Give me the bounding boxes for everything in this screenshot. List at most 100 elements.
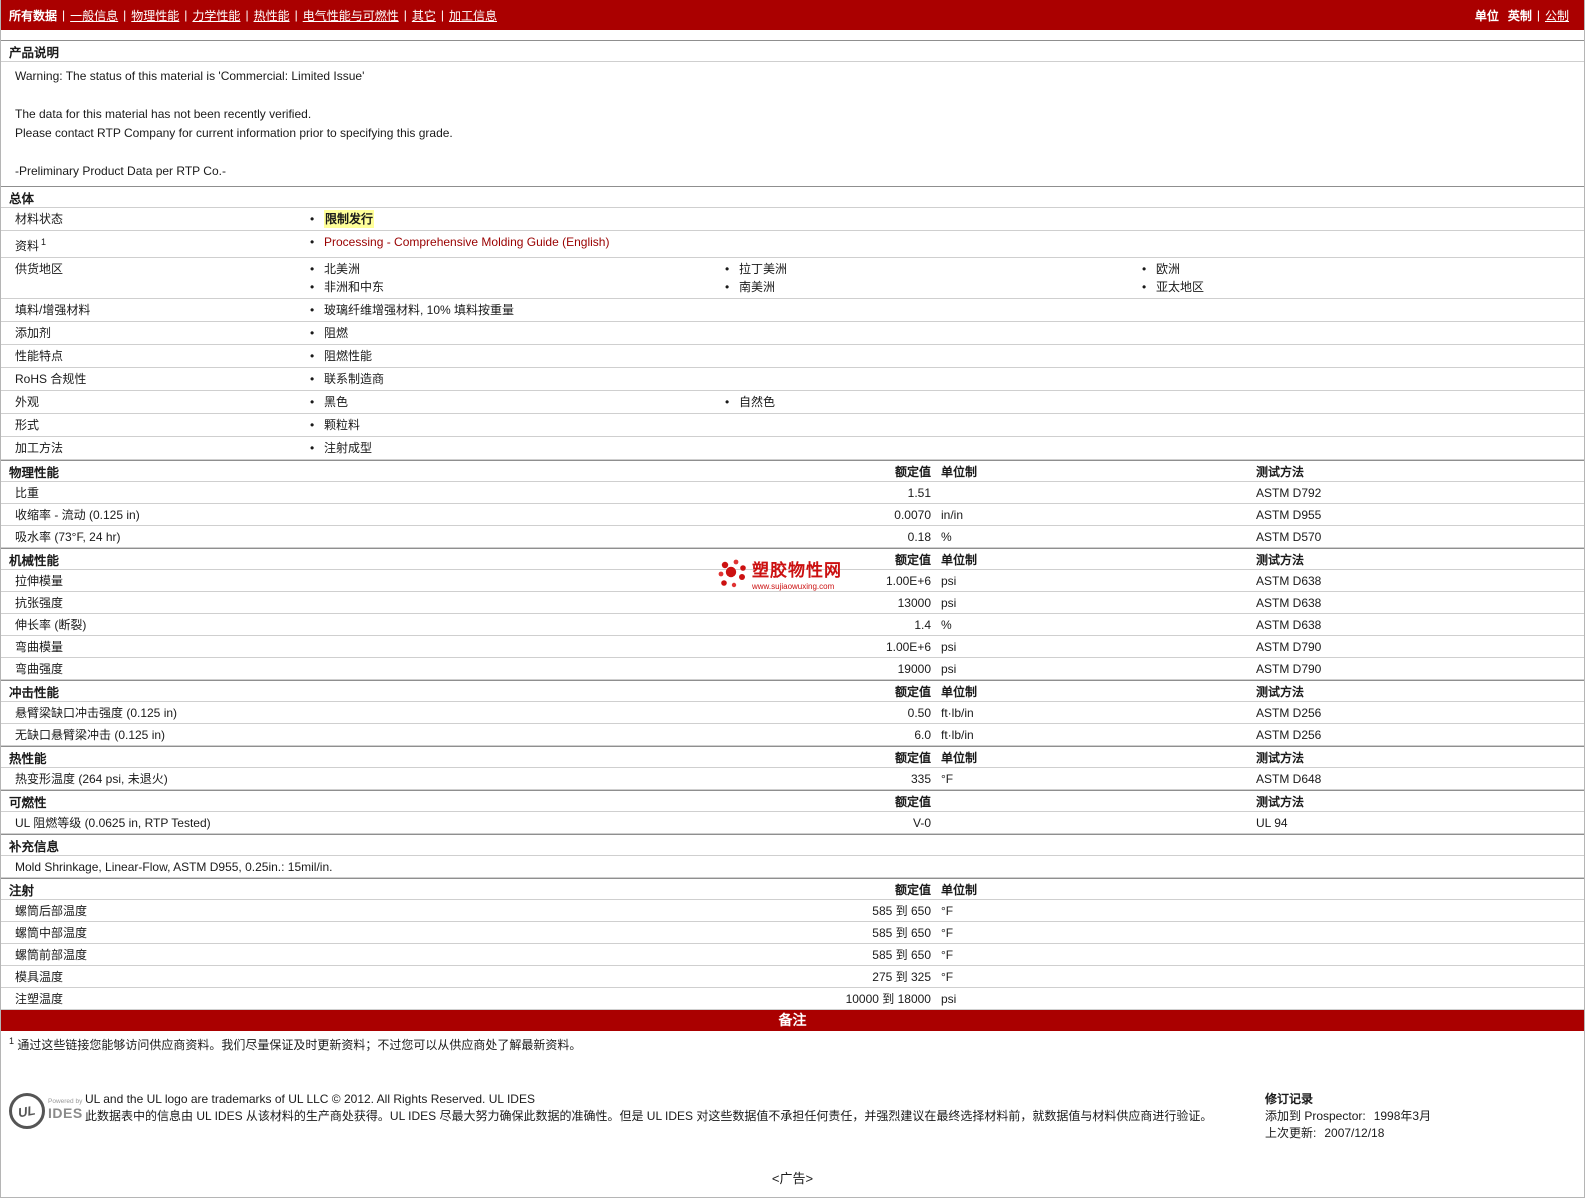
value-text: 联系制造商	[324, 372, 385, 386]
value-column-header: 额定值	[894, 464, 931, 479]
general-values-col: • 自然色	[725, 393, 1142, 411]
property-label-text: 材料状态	[15, 212, 64, 226]
property-test-method: ASTM D955	[1256, 507, 1322, 522]
unit-toggle-1[interactable]: 英制	[1503, 7, 1537, 24]
value-column-header: 额定值	[894, 750, 931, 765]
property-unit: °F	[941, 969, 954, 984]
nav-item-4[interactable]: 力学性能	[187, 7, 245, 24]
bullet-icon: •	[1142, 262, 1147, 276]
value-column-header: 额定值	[894, 552, 931, 567]
unit-column-header: 单位制	[941, 750, 978, 765]
ul-ides-logo: UL Powered by IDES	[9, 1091, 85, 1129]
value-item: • 限制发行	[310, 210, 725, 228]
method-column-header: 测试方法	[1256, 794, 1305, 809]
property-label: 比重	[15, 486, 40, 500]
value-text: 阻燃	[324, 326, 349, 340]
property-label-text: 填料/增强材料	[15, 303, 91, 317]
bullet-icon: •	[310, 326, 315, 340]
section-header-product-description: 产品说明	[1, 40, 1584, 62]
nav-links: 所有数据 | 一般信息 | 物理性能 | 力学性能 | 热性能 | 电气性能与可燃性 | 其它 | 加工信息	[9, 7, 502, 24]
property-label-text: 形式	[15, 418, 40, 432]
property-value: 0.0070	[894, 507, 931, 522]
property-unit: °F	[941, 771, 954, 786]
datasheet-page: 所有数据 | 一般信息 | 物理性能 | 力学性能 | 热性能 | 电气性能与可燃性 | 其它 | 加工信息…	[0, 0, 1585, 1198]
property-label: 外观	[1, 393, 310, 411]
value-text: 注射成型	[324, 441, 373, 455]
property-unit: psi	[941, 661, 957, 676]
value-item: • 欧洲	[1142, 260, 1584, 278]
product-description-line: The data for this material has not been …	[15, 107, 312, 121]
property-label: 螺筒中部温度	[15, 926, 88, 940]
nav-item-7[interactable]: 其它	[407, 7, 441, 24]
property-unit: psi	[941, 639, 957, 654]
property-value: 1.00E+6	[885, 573, 931, 588]
value-item: • 北美洲	[310, 260, 725, 278]
property-test-method: ASTM D792	[1256, 485, 1322, 500]
property-label-text: RoHS 合规性	[15, 372, 87, 386]
property-label: 注塑温度	[15, 992, 64, 1006]
value-item: • 颗粒料	[310, 416, 725, 434]
property-sections: 物理性能 额定值 单位制 测试方法 比重 1.51 ASTM D792 收缩率 - 流动 (0…	[1, 460, 1584, 834]
property-value: 1.00E+6	[885, 639, 931, 654]
injection-section: 注射 额定值 单位制 螺筒后部温度 585 到 650 °F 螺筒中部温度 585 到 650…	[1, 878, 1584, 1010]
value-item: • Processing - Comprehensive Molding Guid…	[310, 233, 725, 251]
property-row: 螺筒前部温度 585 到 650 °F	[1, 944, 1584, 966]
general-values-col: • Processing - Comprehensive Molding Guid…	[310, 233, 725, 251]
general-row: 材料状态 • 限制发行	[1, 208, 1584, 231]
nav-item-5[interactable]: 热性能	[249, 7, 295, 24]
property-unit: psi	[941, 991, 957, 1006]
powered-by-text: Powered by	[48, 1098, 83, 1105]
trademark-line: UL and the UL logo are trademarks of UL …	[85, 1092, 535, 1106]
general-row: 形式 • 颗粒料	[1, 414, 1584, 437]
section-title-cell: 热性能	[1, 748, 805, 767]
value-item: • 自然色	[725, 393, 1142, 411]
property-row: 收缩率 - 流动 (0.125 in) 0.0070 in/in ASTM D955	[1, 504, 1584, 526]
property-unit: in/in	[941, 507, 964, 522]
property-row: 热变形温度 (264 psi, 未退火) 335 °F ASTM D648	[1, 768, 1584, 790]
property-label: 抗张强度	[15, 596, 64, 610]
value-item: • 注射成型	[310, 439, 725, 457]
nav-item-1[interactable]: 所有数据	[9, 7, 62, 24]
property-unit: %	[941, 529, 952, 544]
nav-item-8[interactable]: 加工信息	[444, 7, 502, 24]
section-header: 可燃性 额定值 测试方法	[1, 790, 1584, 812]
nav-item-2[interactable]: 一般信息	[65, 7, 123, 24]
property-row: 拉伸模量 1.00E+6 psi ASTM D638	[1, 570, 1584, 592]
property-test-method: ASTM D638	[1256, 573, 1322, 588]
value-text: 玻璃纤维增强材料, 10% 填料按重量	[324, 303, 515, 317]
section-title-cell: 机械性能	[1, 550, 805, 569]
property-label: 供货地区	[1, 260, 310, 278]
ul-logo-icon: UL	[9, 1093, 45, 1129]
value-column-header: 额定值	[894, 882, 931, 897]
value-column-header: 额定值	[894, 794, 931, 809]
bullet-icon: •	[725, 395, 730, 409]
document-link[interactable]: Processing - Comprehensive Molding Guide…	[324, 233, 609, 251]
method-column-header: 测试方法	[1256, 552, 1305, 567]
bullet-icon: •	[310, 418, 315, 432]
section-header-general: 总体	[1, 186, 1584, 208]
product-description-line: Warning: The status of this material is …	[15, 69, 365, 83]
bullet-icon: •	[310, 262, 315, 276]
general-properties-table: 材料状态 • 限制发行资料 1 • Processing - Comprehensive …	[1, 208, 1584, 460]
value-text: 欧洲	[1156, 262, 1181, 276]
value-text: 自然色	[739, 395, 776, 409]
nav-item-6[interactable]: 电气性能与可燃性	[298, 7, 404, 24]
page-footer: UL Powered by IDES UL and the UL logo ar…	[1, 1091, 1584, 1142]
property-label-text: 资料	[15, 239, 40, 253]
product-description-block: Warning: The status of this material is …	[1, 62, 1584, 186]
value-item: • 亚太地区	[1142, 278, 1584, 296]
unit-toggle-2[interactable]: 公制	[1540, 7, 1574, 24]
revision-record: 修订记录 添加到 Prospector: 1998年3月 上次更新: 2007/12…	[1265, 1091, 1557, 1142]
property-row: 伸长率 (断裂) 1.4% ASTM D638	[1, 614, 1584, 636]
bullet-icon: •	[725, 262, 730, 276]
bullet-icon: •	[1142, 280, 1147, 294]
section-header: 冲击性能 额定值 单位制 测试方法	[1, 680, 1584, 702]
updated-value: 2007/12/18	[1324, 1126, 1385, 1140]
property-test-method: ASTM D570	[1256, 529, 1322, 544]
nav-item-3[interactable]: 物理性能	[126, 7, 184, 24]
property-unit: ft·lb/in	[941, 705, 974, 720]
property-test-method: ASTM D790	[1256, 661, 1322, 676]
method-column-header: 测试方法	[1256, 750, 1305, 765]
general-row: 资料 1 • Processing - Comprehensive Molding G…	[1, 231, 1584, 258]
property-row: 弯曲模量 1.00E+6 psi ASTM D790	[1, 636, 1584, 658]
